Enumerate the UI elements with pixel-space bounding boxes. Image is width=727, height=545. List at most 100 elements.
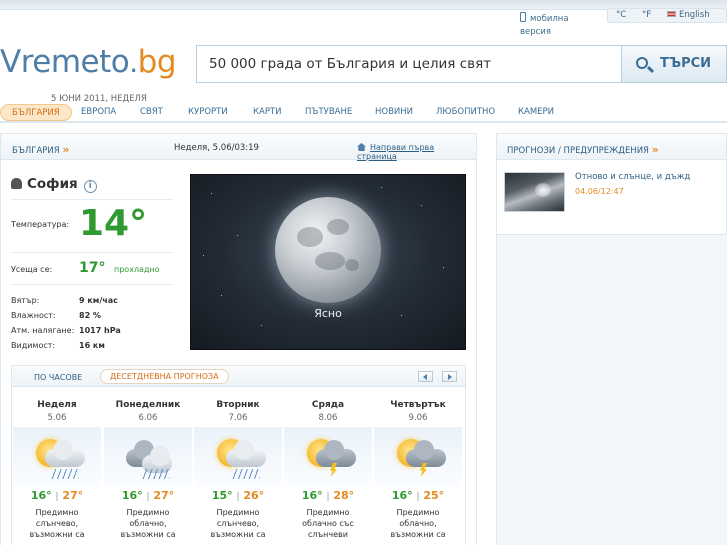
main-nav: БЪЛГАРИЯ ЕВРОПА СВЯТ КУРОРТИ КАРТИ ПЪТУВ… [0,104,727,121]
panel-datetime: Неделя, 5.06/03:19 [174,143,259,153]
temp-high: 26° [243,489,265,502]
forecast-day[interactable]: Понеделник 6.06 16° | 27° Предимно облачн… [103,400,193,540]
panel-header: БЪЛГАРИЯ » Неделя, 5.06/03:19 Направи пъ… [0,133,477,161]
news-date: 04.06/12:47 [575,187,624,196]
logo-part2: bg [137,44,177,80]
search-icon [636,57,648,69]
temp-low: 15° [211,489,233,502]
user-icon [11,178,22,189]
raquo-icon: » [62,143,70,156]
day-desc-2: слънчево, [216,519,260,528]
day-desc-3: слънчеви [308,530,348,539]
temp-high: 27° [153,489,175,502]
uk-flag-icon [667,11,676,17]
mobile-label-line2: версия [520,27,551,37]
unit-language-switcher: °C °F English [607,8,727,23]
forecast-day[interactable]: Неделя 5.06 16° | 27° Предимно слънчево, в… [12,400,102,540]
day-desc-1: Предимно [35,508,79,517]
temp-low: 16° [30,489,52,502]
english-label: English [679,10,710,20]
moon-icon [275,197,381,303]
celsius-toggle[interactable]: °C [616,10,626,20]
forecast-day[interactable]: Сряда 8.06 16° | 28° Предимно облачно със… [283,400,373,540]
breadcrumb-label: БЪЛГАРИЯ [12,146,60,156]
humidity-label: Влажност: [11,311,56,320]
day-desc-3: възможни са [120,530,176,539]
nav-item-world[interactable]: СВЯТ [140,107,163,117]
nav-item-news[interactable]: НОВИНИ [375,107,413,117]
news-title-link[interactable]: Отново и слънце, и дъжд [575,172,690,182]
tab-hourly[interactable]: ПО ЧАСОВЕ [34,373,82,382]
temp-high: 28° [333,489,355,502]
news-thumbnail[interactable] [504,172,565,212]
pressure-label: Атм. налягане: [11,326,75,335]
day-desc-2: облачно, [399,519,437,528]
info-icon[interactable]: i [83,180,97,193]
english-link[interactable]: English [667,10,710,20]
divider [11,284,173,285]
breadcrumb[interactable]: БЪЛГАРИЯ » [12,143,70,156]
search-button[interactable]: ТЪРСИ [621,45,727,83]
day-desc-1: Предимно [396,508,440,517]
sun-cloud-rain-icon [194,427,282,487]
search-box [196,45,622,83]
nav-divider [0,121,727,123]
nav-item-bulgaria[interactable]: БЪЛГАРИЯ [0,104,72,121]
nav-item-cameras[interactable]: КАМЕРИ [518,107,554,117]
humidity-value: 82 % [79,311,101,320]
site-logo[interactable]: Vremeto.bg [0,44,177,80]
nav-item-resorts[interactable]: КУРОРТИ [188,107,228,117]
make-homepage-link[interactable]: Направи първа страница [357,143,476,161]
prev-arrow-icon[interactable] [418,371,433,382]
tab-ten-day[interactable]: ДЕСЕТДНЕВНА ПРОГНОЗА [100,369,229,384]
next-arrow-icon[interactable] [442,371,457,382]
day-desc-1: Предимно [126,508,170,517]
logo-dot: . [129,46,138,79]
divider [11,199,173,200]
sidebar-background [496,235,727,545]
day-desc-3: възможни са [390,530,446,539]
sun-cloud-storm-icon [284,427,372,487]
fahrenheit-toggle[interactable]: °F [642,10,651,20]
wind-label: Вятър: [11,296,40,305]
feels-like-label: Усеща се: [11,265,53,274]
search-input[interactable] [197,46,622,82]
day-desc-2: облачно, [129,519,167,528]
day-date: 9.06 [408,413,428,423]
day-name: Неделя [37,400,77,410]
search-button-label: ТЪРСИ [660,56,712,71]
mobile-label-line1: мобилна [530,14,569,24]
warnings-header[interactable]: ПРОГНОЗИ / ПРЕДУПРЕЖДЕНИЯ » [496,133,727,160]
temp-low: 16° [121,489,143,502]
mobile-version-link[interactable]: мобилна версия [520,12,580,39]
day-desc-2: слънчево, [35,519,79,528]
day-date: 5.06 [47,413,67,423]
feels-like-note: прохладно [114,265,160,274]
current-date: 5 ЮНИ 2011, НЕДЕЛЯ [51,94,147,104]
forecast-day[interactable]: Вторник 7.06 15° | 26° Предимно слънчево,… [193,400,283,540]
day-desc-2: облачно със [302,519,354,528]
nav-item-curious[interactable]: ЛЮБОПИТНО [436,107,495,117]
nav-item-travel[interactable]: ПЪТУВАНЕ [305,107,352,117]
temp-high: 25° [423,489,445,502]
nav-item-europe[interactable]: ЕВРОПА [81,107,116,117]
day-name: Сряда [311,400,345,410]
temp-low: 16° [391,489,413,502]
city-title: София i [11,176,97,193]
nav-item-maps[interactable]: КАРТИ [253,107,282,117]
temp-high: 27° [62,489,84,502]
forecast-day[interactable]: Четвъртък 9.06 16° | 25° Предимно облачно… [373,400,463,540]
day-desc-1: Предимно [306,508,350,517]
city-name: София [27,176,78,192]
warnings-title: ПРОГНОЗИ / ПРЕДУПРЕЖДЕНИЯ [507,146,649,156]
mobile-phone-icon [520,12,526,22]
day-name: Понеделник [115,400,181,410]
forecast-tabs: ПО ЧАСОВЕ ДЕСЕТДНЕВНА ПРОГНОЗА [11,365,466,387]
sky-condition: Ясно [314,307,342,320]
temperature-label: Температура: [11,220,70,229]
sun-cloud-storm-icon [374,427,462,487]
wind-value: 9 км/час [79,296,118,305]
temp-low: 16° [301,489,323,502]
day-desc-3: възможни са [29,530,85,539]
home-icon [357,143,366,151]
